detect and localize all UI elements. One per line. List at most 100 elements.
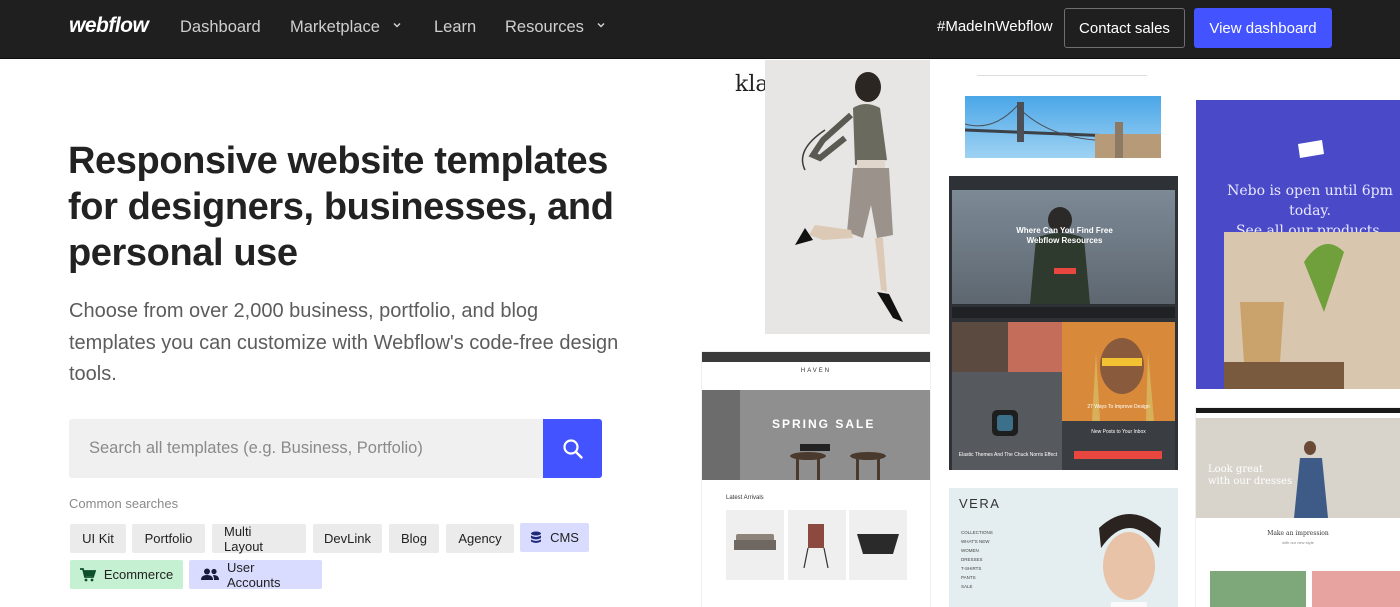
nav-marketplace[interactable]: Marketplace xyxy=(290,18,402,37)
chip-agency[interactable]: Agency xyxy=(446,524,514,553)
blog-newsletter-title: New Posts to Your Inbox xyxy=(1091,429,1146,435)
made-in-webflow-link[interactable]: #MadeInWebflow xyxy=(937,18,1053,35)
vera-menu-item: DRESSES xyxy=(961,557,983,562)
blog-cta-button xyxy=(1054,268,1076,274)
dress-grid-photo-1 xyxy=(1210,571,1306,607)
bridge-text-block xyxy=(977,62,1147,76)
woman-face-icon xyxy=(1099,514,1161,607)
dress-sub: with our new style xyxy=(1282,540,1314,545)
nav-resources[interactable]: Resources xyxy=(505,18,606,37)
dress-hero-text: Look great with our dresses xyxy=(1208,464,1292,488)
dress-grid-photo-2 xyxy=(1312,571,1400,607)
blog-card-title-1: Elastic Themes And The Chuck Norris Effe… xyxy=(958,452,1058,458)
vera-menu-item: WOMEN xyxy=(961,548,979,553)
nebo-logo-icon xyxy=(1296,138,1326,158)
person-backpack-icon xyxy=(1030,207,1090,304)
nav-dashboard-label: Dashboard xyxy=(180,18,261,36)
search-icon xyxy=(562,438,583,459)
cart-icon xyxy=(79,567,96,582)
table-icon xyxy=(857,534,899,554)
nav-marketplace-label: Marketplace xyxy=(290,18,380,36)
dress-heading: Make an impression xyxy=(1267,530,1329,537)
contact-sales-button[interactable]: Contact sales xyxy=(1064,8,1185,48)
blog-card-photo-1 xyxy=(952,322,1008,372)
chip-cms[interactable]: CMS xyxy=(520,523,589,552)
blog-subscribe-button xyxy=(1074,451,1162,459)
vera-menu-item: WHAT'S NEW xyxy=(961,539,990,544)
nebo-line-1: Nebo is open until 6pm today. xyxy=(1227,183,1393,219)
webflow-logo[interactable]: webflow xyxy=(69,14,149,38)
search-input[interactable] xyxy=(69,419,543,478)
blog-headline: Where Can You Find Free Webflow Resource… xyxy=(1016,226,1113,245)
product-table xyxy=(849,510,907,580)
users-icon xyxy=(201,568,219,581)
blog-card-photo-watch: Elastic Themes And The Chuck Norris Effe… xyxy=(952,372,1062,470)
chip-blog[interactable]: Blog xyxy=(389,524,439,553)
nav-learn-label: Learn xyxy=(434,18,477,36)
chip-devlink[interactable]: DevLink xyxy=(313,524,382,553)
blog-card-title-2: 27 Ways To Improve Design xyxy=(1087,404,1150,410)
template-preview-bridge[interactable] xyxy=(949,60,1178,158)
chip-multi-layout[interactable]: Multi Layout xyxy=(212,523,306,554)
haven-banner: SPRING SALE xyxy=(772,417,876,431)
chip-label: Blog xyxy=(400,531,428,546)
common-searches-label: Common searches xyxy=(69,496,179,511)
dress-line-1: Look great xyxy=(1208,464,1263,475)
haven-section-title: Latest Arrivals xyxy=(726,495,764,501)
vera-menu-item: T-SHIRTS xyxy=(961,566,982,571)
sofa-icon xyxy=(734,534,776,550)
chip-ecommerce[interactable]: Ecommerce xyxy=(70,560,183,589)
bridge-photo xyxy=(964,96,1162,158)
vera-brand: VERA xyxy=(959,496,1001,511)
blog-category-bar xyxy=(952,307,1175,318)
chip-label: CMS xyxy=(550,530,579,545)
dress-line-2: with our dresses xyxy=(1208,476,1293,487)
template-preview-nebo[interactable]: Nebo is open until 6pm today. See all ou… xyxy=(1196,100,1400,389)
stool-icon xyxy=(790,452,886,480)
chip-label: Ecommerce xyxy=(103,567,174,582)
page-subtitle: Choose from over 2,000 business, portfol… xyxy=(69,300,619,385)
vera-menu-item: COLLECTIONS xyxy=(961,530,993,535)
nav-learn[interactable]: Learn xyxy=(434,18,476,37)
chevron-down-icon xyxy=(393,22,401,28)
blog-card-photo-2 xyxy=(1008,322,1062,372)
chip-label: Portfolio xyxy=(144,531,193,546)
dress-top-bar xyxy=(1196,408,1400,413)
chip-label: Multi Layout xyxy=(224,523,264,554)
product-chair xyxy=(788,510,846,580)
vera-menu-item: SALE xyxy=(961,584,973,589)
nav-dashboard[interactable]: Dashboard xyxy=(180,18,261,37)
woman-dress-icon xyxy=(1294,441,1328,518)
database-icon xyxy=(530,531,542,544)
haven-curtain xyxy=(702,390,740,480)
blog-newsletter: New Posts to Your Inbox xyxy=(1062,421,1175,470)
template-preview-dress[interactable]: Look great with our dresses Make an impr… xyxy=(1196,408,1400,607)
vera-menu-item: PANTS xyxy=(961,575,976,580)
chip-label: User Accounts xyxy=(227,559,281,590)
chip-label: Agency xyxy=(458,531,502,546)
chip-label: DevLink xyxy=(324,531,371,546)
view-dashboard-button[interactable]: View dashboard xyxy=(1194,8,1332,48)
nav-resources-label: Resources xyxy=(505,18,584,36)
blog-hero-photo: Where Can You Find Free Webflow Resource… xyxy=(952,190,1175,304)
page-title: Responsive website templates for designe… xyxy=(68,140,614,274)
template-preview-blog[interactable]: Where Can You Find Free Webflow Resource… xyxy=(949,176,1178,470)
chip-ui-kit[interactable]: UI Kit xyxy=(70,524,126,553)
haven-shop-button xyxy=(800,444,830,451)
nebo-product-photo xyxy=(1224,232,1400,389)
chevron-down-icon xyxy=(597,22,605,28)
chip-user-accounts[interactable]: User Accounts xyxy=(189,559,322,590)
haven-announcement-bar xyxy=(702,352,930,362)
template-preview-vera[interactable]: VERA COLLECTIONS WHAT'S NEW WOMEN DRESSE… xyxy=(949,488,1178,607)
model-figure-icon xyxy=(795,72,903,322)
chair-icon xyxy=(803,524,829,569)
bridge-skyline-icon xyxy=(964,102,1162,158)
vera-model-photo xyxy=(1081,508,1178,607)
template-preview-haven[interactable]: HAVEN SPRING SALE Latest Arrivals xyxy=(702,352,930,607)
basket-plant-icon xyxy=(1224,244,1344,389)
search-button[interactable] xyxy=(543,419,602,478)
chip-portfolio[interactable]: Portfolio xyxy=(132,524,205,553)
template-preview-klaer[interactable]: klær xyxy=(702,60,930,334)
vera-menu: COLLECTIONS WHAT'S NEW WOMEN DRESSES T-S… xyxy=(961,528,993,591)
chip-label: UI Kit xyxy=(82,531,114,546)
